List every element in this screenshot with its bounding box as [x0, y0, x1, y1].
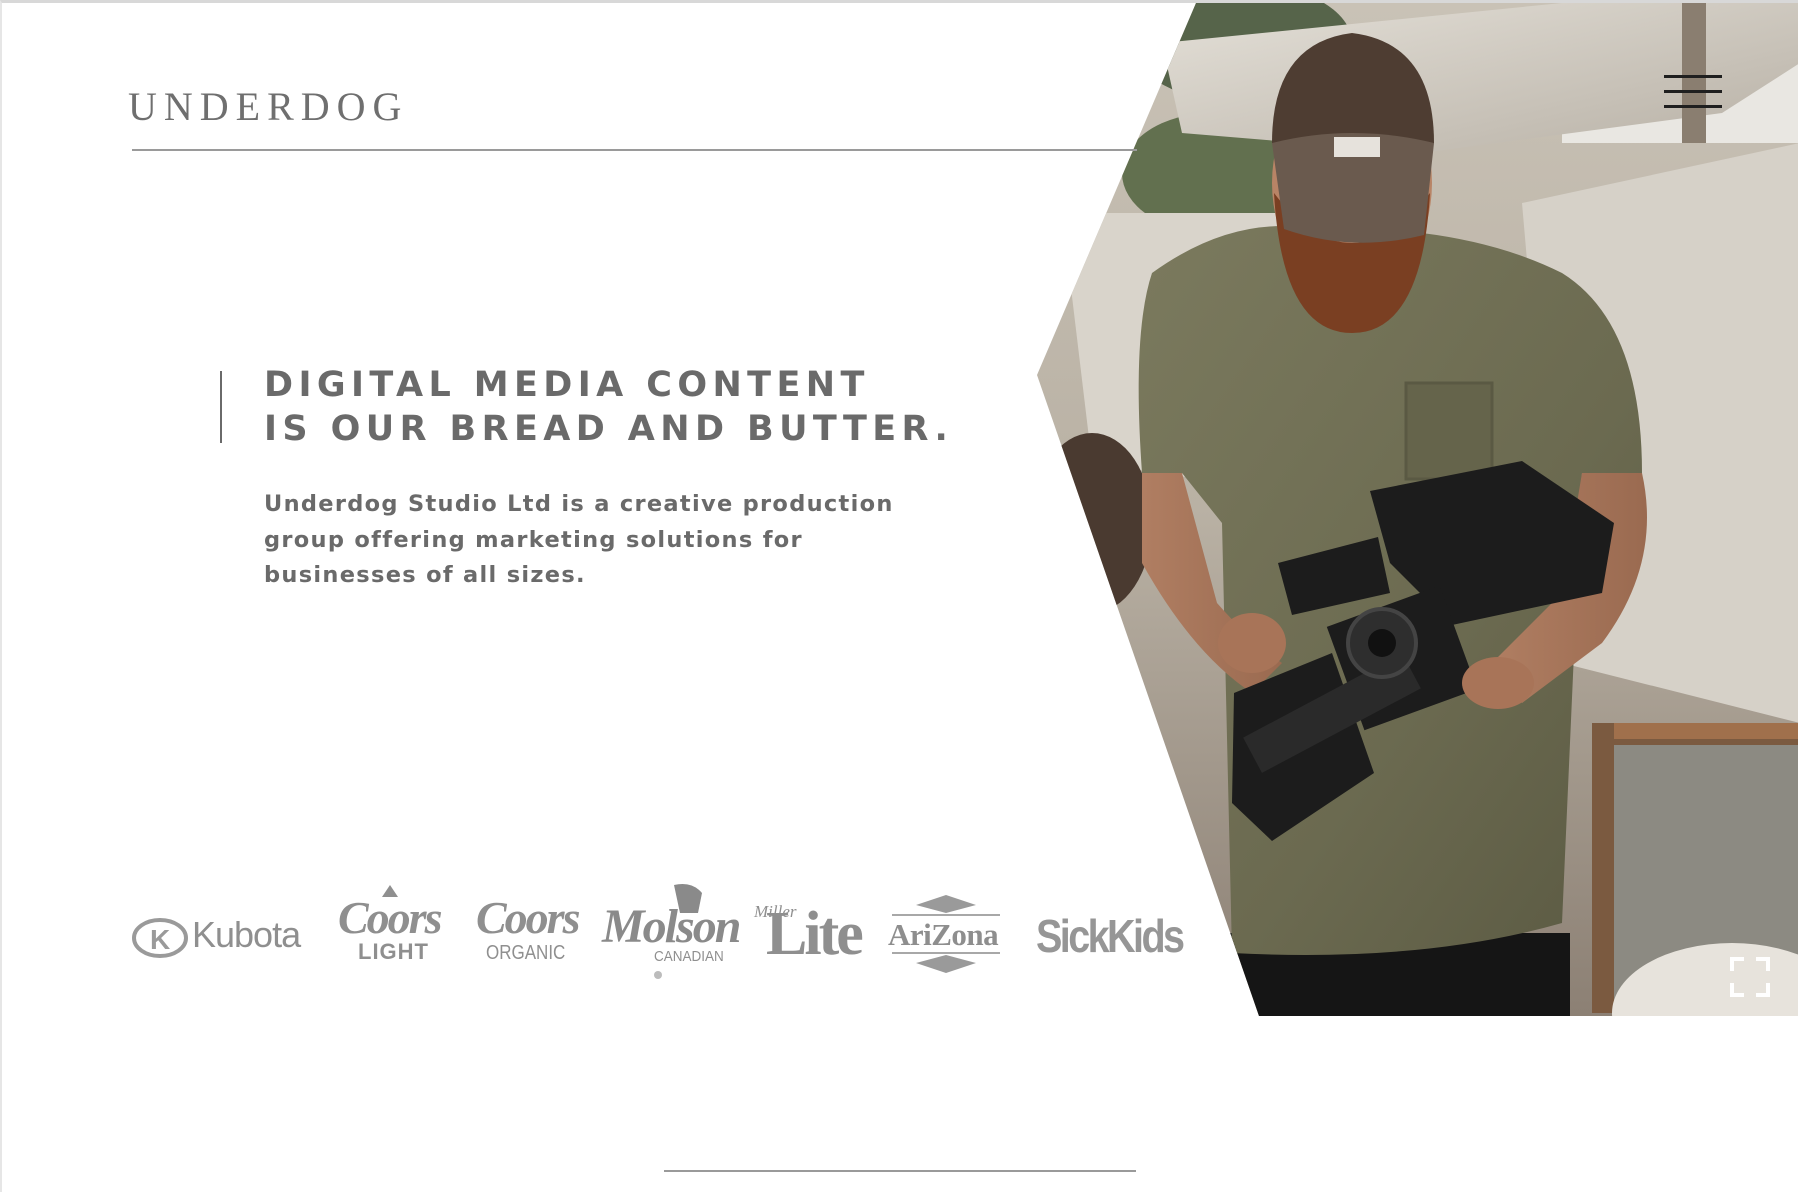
brand-logo[interactable]: UNDERDOG [128, 87, 408, 127]
menu-bar [1664, 105, 1722, 108]
headline-accent-bar [220, 371, 222, 443]
hero-photo [2, 3, 1798, 1192]
coors-organic-wordmark: Coors [476, 892, 580, 943]
fullscreen-expand-icon[interactable] [1730, 957, 1770, 997]
molson-subtitle: CANADIAN [654, 948, 724, 965]
kubota-logo: K Kubota [132, 883, 314, 983]
arizona-wordmark: AriZona [888, 917, 999, 952]
coors-organic-subtitle: ORGANIC [486, 942, 566, 964]
kubota-wordmark: Kubota [192, 914, 301, 955]
coors-organic-logo: Coors ORGANIC [470, 883, 580, 983]
footer-divider [664, 1170, 1136, 1172]
coors-light-wordmark: Coors [338, 892, 442, 943]
client-logos: K Kubota Coors LIGHT Coors ORGANIC Molso… [132, 883, 1192, 983]
miller-lite-logo: Miller Lite [754, 883, 864, 983]
hamburger-menu-icon[interactable] [1664, 75, 1724, 111]
landing-page: UNDERDOG DIGITAL MEDIA CONTENT IS OUR BR… [0, 0, 1798, 1192]
headline-line-1: DIGITAL MEDIA CONTENT [264, 365, 870, 405]
hero-headline: DIGITAL MEDIA CONTENT IS OUR BREAD AND B… [264, 363, 953, 451]
svg-text:K: K [150, 924, 170, 955]
molson-logo: Molson CANADIAN [602, 883, 741, 983]
hero-description: Underdog Studio Ltd is a creative produc… [264, 491, 894, 588]
sickkids-wordmark: SickKids [1036, 910, 1185, 962]
coors-light-subtitle: LIGHT [358, 939, 429, 964]
menu-bar [1664, 90, 1722, 93]
headline-line-2: IS OUR BREAD AND BUTTER. [264, 409, 954, 449]
sickkids-logo: SickKids [1034, 883, 1185, 983]
lite-wordmark: Lite [766, 900, 864, 968]
menu-bar [1664, 75, 1722, 78]
molson-wordmark: Molson [602, 900, 741, 953]
coors-light-logo: Coors LIGHT [334, 883, 444, 983]
header-divider [132, 149, 1137, 151]
arizona-logo: AriZona [884, 883, 1008, 983]
